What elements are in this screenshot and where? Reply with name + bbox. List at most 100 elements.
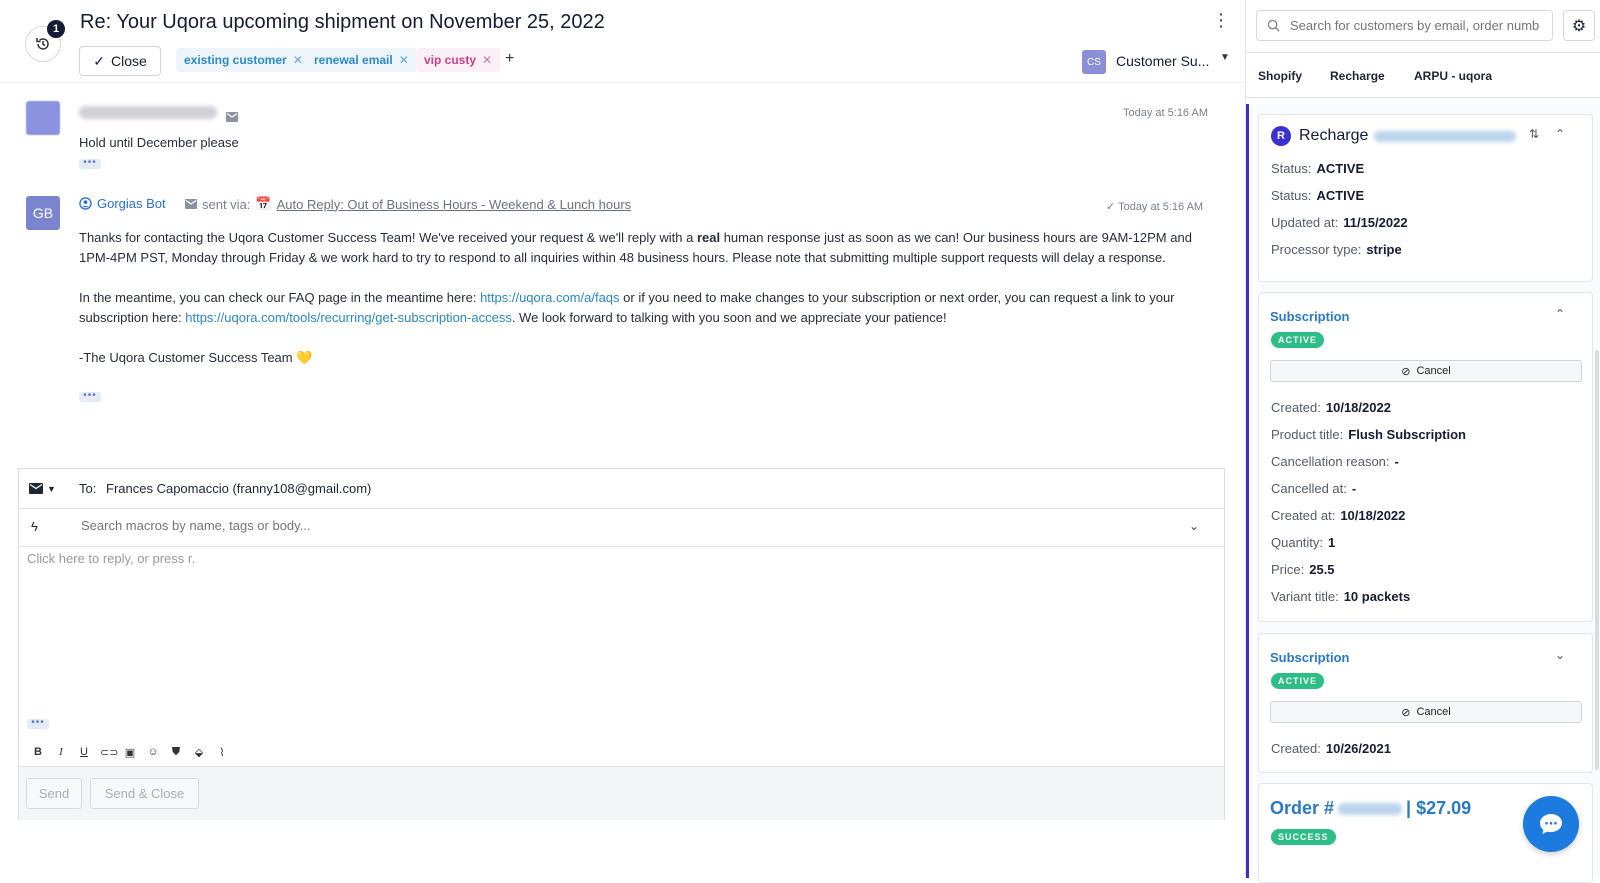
channel-selector[interactable]: ▼: [29, 483, 56, 494]
calendar-icon: 📅: [255, 196, 272, 211]
cancel-subscription-button[interactable]: ⊘ Cancel: [1270, 360, 1582, 382]
chat-widget-button[interactable]: [1523, 796, 1579, 852]
remove-tag-icon[interactable]: ✕: [482, 53, 492, 67]
caret-down-icon: ▼: [47, 483, 56, 494]
settings-button[interactable]: ⚙: [1563, 10, 1595, 41]
italic-icon[interactable]: I: [54, 746, 68, 758]
underline-icon[interactable]: U: [77, 746, 91, 758]
cancel-label: Cancel: [1416, 706, 1451, 718]
customer-avatar: [26, 101, 60, 135]
link-icon[interactable]: ⊂⊃: [100, 746, 118, 759]
recharge-title: Recharge: [1299, 127, 1369, 144]
to-label: To:: [79, 481, 97, 496]
subscription-link[interactable]: https://uqora.com/tools/recurring/get-su…: [185, 310, 512, 325]
tag-renewal-email[interactable]: renewal email ✕: [306, 48, 417, 72]
cancel-subscription-button[interactable]: ⊘ Cancel: [1270, 701, 1582, 723]
integration-panel: R Recharge ⇅ ⌃ Status: ACTIVE Status: ACTI…: [1246, 104, 1600, 883]
macro-search-input[interactable]: [81, 518, 1161, 533]
gear-icon: ⚙: [1571, 17, 1587, 35]
field-value: -: [1351, 481, 1357, 496]
chevron-up-icon[interactable]: ⌃: [1555, 127, 1565, 141]
close-ticket-button[interactable]: ✓ Close: [79, 46, 161, 76]
subscription-field: Quantity: 1: [1271, 535, 1335, 550]
send-button[interactable]: Send: [26, 778, 82, 809]
subscription-field: Price: 25.5: [1271, 562, 1335, 577]
order-title[interactable]: Order # | $27.09: [1270, 798, 1471, 819]
cancel-label: Cancel: [1416, 365, 1451, 377]
paragraph-2: In the meantime, you can check our FAQ p…: [79, 288, 1214, 328]
field-label: Created:: [1271, 741, 1321, 756]
sent-via-label: sent via:: [202, 196, 251, 212]
bot-user-icon: [79, 197, 92, 210]
tab-recharge[interactable]: Recharge: [1330, 69, 1385, 83]
expand-quote-button[interactable]: •••: [79, 391, 101, 402]
text: . We look forward to talking with you so…: [511, 310, 947, 325]
field-label: Processor type:: [1271, 242, 1362, 257]
field-label: Cancellation reason:: [1271, 454, 1390, 469]
team-assignee-label[interactable]: Customer Su...: [1116, 53, 1209, 69]
message-body: Hold until December please: [79, 135, 239, 150]
expand-signature-button[interactable]: •••: [27, 718, 49, 729]
add-tag-button[interactable]: +: [505, 50, 514, 68]
remove-tag-icon[interactable]: ✕: [293, 53, 303, 67]
field-value: 11/15/2022: [1343, 215, 1408, 230]
reply-editor[interactable]: Click here to reply, or press r.: [27, 551, 195, 566]
customer-name-redacted: [79, 106, 217, 119]
image-icon[interactable]: ▣: [123, 746, 137, 759]
field-label: Price:: [1271, 562, 1305, 577]
tag-icon[interactable]: ⬙: [192, 746, 206, 759]
paperclip-icon[interactable]: ⌇: [215, 746, 229, 759]
message-timestamp: Today at 5:16 AM: [1123, 107, 1208, 119]
delivered-check-icon: ✓: [1106, 201, 1119, 213]
emoji-icon[interactable]: ☺: [146, 746, 160, 758]
send-and-close-button[interactable]: Send & Close: [90, 778, 199, 809]
subscription-title[interactable]: Subscription: [1270, 650, 1349, 665]
message-timestamp: ✓ Today at 5:16 AM: [1106, 200, 1203, 213]
signature: -The Uqora Customer Success Team 💛: [79, 350, 313, 365]
collapse-all-icon[interactable]: ⇅: [1529, 127, 1539, 141]
recipient-value[interactable]: Frances Capomaccio (franny108@gmail.com): [106, 481, 371, 496]
tag-label: existing customer: [184, 53, 287, 67]
faq-link[interactable]: https://uqora.com/a/faqs: [480, 290, 619, 305]
bot-name-label: Gorgias Bot: [97, 196, 166, 211]
customer-search-input[interactable]: [1290, 18, 1540, 33]
field-value: 10/18/2022: [1325, 400, 1391, 415]
chevron-down-icon[interactable]: ⌄: [1189, 519, 1199, 533]
recipient-row: ▼ To: Frances Capomaccio (franny108@gmai…: [19, 469, 1224, 509]
chevron-down-icon[interactable]: ⌄: [1555, 648, 1565, 662]
recharge-logo-icon: R: [1271, 126, 1291, 146]
field-label: Created:: [1271, 400, 1321, 415]
subscription-title[interactable]: Subscription: [1270, 309, 1349, 324]
more-options-icon[interactable]: ⋮: [1212, 11, 1230, 29]
ticket-subject[interactable]: Re: Your Uqora upcoming shipment on Nove…: [80, 11, 605, 34]
tag-vip-custy[interactable]: vip custy ✕: [416, 48, 501, 72]
tag-label: vip custy: [424, 53, 477, 67]
field-value: 10 packets: [1343, 589, 1411, 604]
subscription-field: Cancellation reason: -: [1271, 454, 1399, 469]
order-status-badge: SUCCESS: [1271, 829, 1336, 845]
bot-message-body: Thanks for contacting the Uqora Customer…: [79, 228, 1214, 368]
chevron-up-icon[interactable]: ⌃: [1555, 307, 1565, 321]
tab-arpu-uqora[interactable]: ARPU - uqora: [1414, 69, 1492, 83]
caret-down-icon[interactable]: ▼: [1220, 52, 1230, 63]
shopify-icon[interactable]: ⛊: [169, 746, 183, 759]
expand-quote-button[interactable]: •••: [79, 158, 101, 169]
sidebar-scrollbar[interactable]: [1595, 350, 1599, 770]
tag-label: renewal email: [314, 53, 393, 67]
field-value: 25.5: [1309, 562, 1335, 577]
rule-link[interactable]: Auto Reply: Out of Business Hours - Week…: [277, 197, 632, 212]
lightning-icon: ϟ: [31, 519, 38, 534]
customer-search[interactable]: [1256, 10, 1553, 41]
tag-existing-customer[interactable]: existing customer ✕: [176, 48, 311, 72]
bot-sender[interactable]: Gorgias Bot: [79, 196, 166, 211]
field-value: 1: [1328, 535, 1336, 550]
remove-tag-icon[interactable]: ✕: [399, 53, 409, 67]
prohibited-icon: ⊘: [1401, 706, 1411, 719]
field-label: Status:: [1271, 161, 1312, 176]
order-prefix: Order #: [1270, 798, 1335, 818]
field-value: 10/18/2022: [1340, 508, 1406, 523]
tab-shopify[interactable]: Shopify: [1258, 69, 1302, 83]
bold-icon[interactable]: B: [31, 746, 45, 758]
prohibited-icon: ⊘: [1401, 365, 1411, 378]
status-field: Status: ACTIVE: [1271, 161, 1364, 176]
